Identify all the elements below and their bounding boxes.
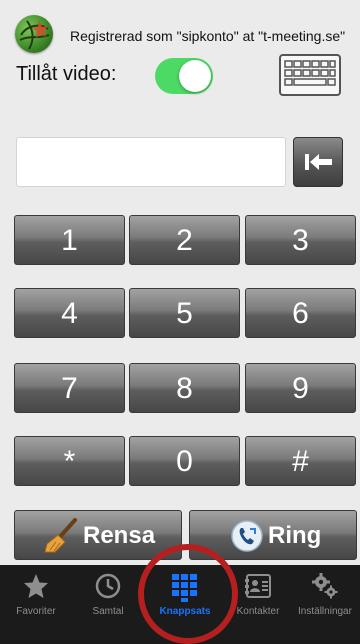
call-button-label: Ring [268, 522, 322, 549]
key-star[interactable]: * [14, 436, 125, 486]
key-hash[interactable]: # [245, 436, 356, 486]
key-5[interactable]: 5 [129, 288, 240, 338]
key-3[interactable]: 3 [245, 215, 356, 265]
tab-installningar[interactable]: Inställningar [290, 565, 360, 644]
tab-label: Favoriter [16, 606, 56, 617]
key-6[interactable]: 6 [245, 288, 356, 338]
key-4[interactable]: 4 [14, 288, 125, 338]
registration-status: Registrerad som "sipkonto" at "t-meeting… [70, 28, 346, 44]
status-row: Registrerad som "sipkonto" at "t-meeting… [0, 0, 360, 56]
key-2[interactable]: 2 [129, 215, 240, 265]
tab-label: Knappsats [159, 606, 211, 617]
star-icon [24, 574, 48, 598]
tab-knappsats[interactable]: Knappsats [144, 565, 226, 644]
key-0[interactable]: 0 [129, 436, 240, 486]
tab-favoriter[interactable]: Favoriter [0, 565, 72, 644]
keypad-icon [172, 574, 197, 602]
contacts-icon [245, 574, 271, 598]
tab-label: Kontakter [236, 606, 280, 617]
toggle-knob [179, 60, 211, 92]
broom-icon [44, 518, 77, 553]
tab-label: Inställningar [298, 606, 352, 617]
tab-samtal[interactable]: Samtal [72, 565, 144, 644]
phone-icon [231, 520, 263, 552]
clock-icon [95, 573, 121, 599]
key-1[interactable]: 1 [14, 215, 125, 265]
keyboard-icon [284, 60, 336, 86]
clear-button[interactable]: Rensa [14, 510, 182, 560]
key-9[interactable]: 9 [245, 363, 356, 413]
tab-kontakter[interactable]: Kontakter [226, 565, 290, 644]
gears-icon [312, 573, 338, 599]
allow-video-label: Tillåt video: [16, 63, 117, 85]
key-8[interactable]: 8 [129, 363, 240, 413]
clear-button-label: Rensa [83, 522, 156, 549]
call-button[interactable]: Ring [189, 510, 357, 560]
keyboard-button[interactable] [279, 54, 341, 96]
backspace-arrow-icon [305, 154, 332, 170]
tab-label: Samtal [92, 606, 124, 617]
globe-logo-icon [15, 15, 53, 53]
allow-video-toggle[interactable] [155, 58, 213, 94]
number-input[interactable] [16, 137, 286, 187]
backspace-button[interactable] [293, 137, 343, 187]
tab-bar: Favoriter Samtal Knappsats Kontakter Ins… [0, 565, 360, 644]
key-7[interactable]: 7 [14, 363, 125, 413]
